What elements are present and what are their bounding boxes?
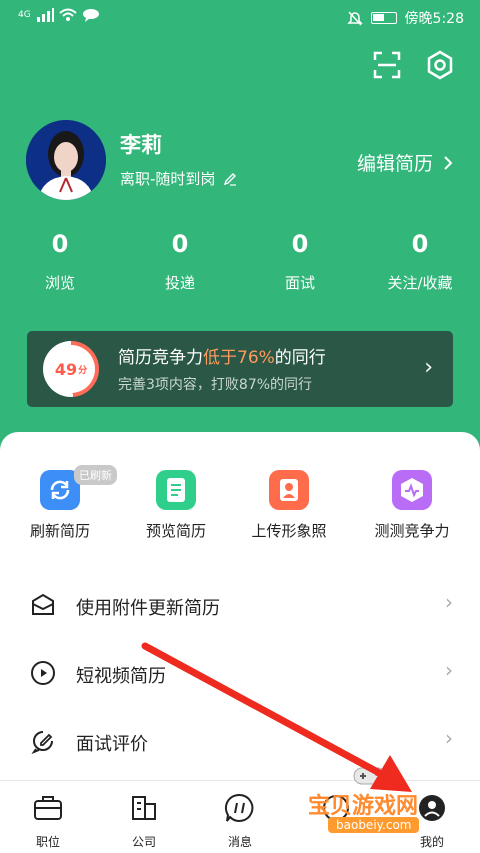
annotation-arrow — [141, 642, 412, 792]
